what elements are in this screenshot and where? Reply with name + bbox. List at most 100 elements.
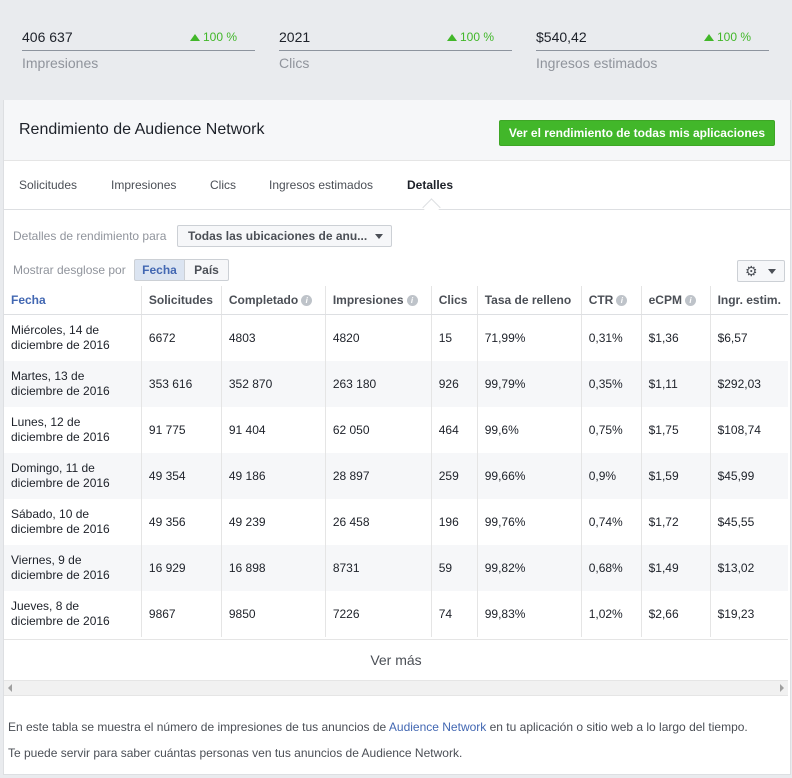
cell-ctr: 0,9% bbox=[581, 453, 642, 499]
col-header-clicks[interactable]: Clics bbox=[431, 286, 478, 315]
stat-label: Clics bbox=[279, 55, 310, 71]
cell-impressions: 62 050 bbox=[325, 407, 432, 453]
footer-note: Te puede servir para saber cuántas perso… bbox=[8, 746, 463, 760]
cell-requests: 6672 bbox=[141, 314, 222, 361]
breakdown-country-button[interactable]: País bbox=[184, 259, 229, 281]
table-row: Jueves, 8 de diciembre de 2016 9867 9850 72… bbox=[4, 591, 788, 637]
stat-impressions: 406 637 100 % Impresiones bbox=[22, 24, 255, 71]
cell-fill-rate: 99,79% bbox=[477, 361, 582, 407]
cell-completed: 352 870 bbox=[221, 361, 326, 407]
cell-clicks: 74 bbox=[431, 591, 478, 637]
cell-date: Sábado, 10 de diciembre de 2016 bbox=[4, 499, 142, 545]
cell-ecpm: $1,72 bbox=[641, 499, 711, 545]
horizontal-scrollbar[interactable] bbox=[4, 680, 788, 696]
audience-network-link[interactable]: Audience Network bbox=[389, 720, 486, 734]
cell-ctr: 0,75% bbox=[581, 407, 642, 453]
col-header-completed[interactable]: Completado i bbox=[221, 286, 326, 315]
details-table: Fecha Solicitudes Completado i Impresione… bbox=[4, 286, 788, 637]
breakdown-date-button[interactable]: Fecha bbox=[134, 259, 185, 281]
tab-estimated-revenue[interactable]: Ingresos estimados bbox=[269, 178, 373, 192]
settings-dropdown-button[interactable]: ⚙ bbox=[737, 260, 785, 282]
cell-requests: 16 929 bbox=[141, 545, 222, 591]
placement-select[interactable]: Todas las ubicaciones de anu... bbox=[177, 225, 392, 247]
cell-clicks: 196 bbox=[431, 499, 478, 545]
col-header-fill-rate[interactable]: Tasa de relleno bbox=[477, 286, 582, 315]
col-header-impressions[interactable]: Impresiones i bbox=[325, 286, 432, 315]
info-icon[interactable]: i bbox=[301, 295, 313, 307]
cell-fill-rate: 71,99% bbox=[477, 314, 582, 361]
scroll-left-icon[interactable] bbox=[8, 684, 12, 692]
cell-date: Martes, 13 de diciembre de 2016 bbox=[4, 361, 142, 407]
stat-revenue: $540,42 100 % Ingresos estimados bbox=[536, 24, 769, 71]
cell-requests: 49 356 bbox=[141, 499, 222, 545]
cell-fill-rate: 99,82% bbox=[477, 545, 582, 591]
cell-ecpm: $2,66 bbox=[641, 591, 711, 637]
tab-clicks[interactable]: Clics bbox=[210, 178, 236, 192]
cell-estimated-revenue: $6,57 bbox=[717, 331, 748, 345]
cell-ecpm: $1,75 bbox=[641, 407, 711, 453]
cell-fill-rate: 99,66% bbox=[477, 453, 582, 499]
scroll-right-icon[interactable] bbox=[780, 684, 784, 692]
cell-completed: 9850 bbox=[221, 591, 326, 637]
chevron-down-icon bbox=[768, 269, 776, 274]
up-arrow-icon bbox=[189, 33, 200, 41]
info-icon[interactable]: i bbox=[684, 295, 696, 307]
cell-clicks: 59 bbox=[431, 545, 478, 591]
cell-completed: 49 239 bbox=[221, 499, 326, 545]
tab-details[interactable]: Detalles bbox=[407, 178, 453, 192]
cell-completed: 49 186 bbox=[221, 453, 326, 499]
table-row: Sábado, 10 de diciembre de 2016 49 356 49 … bbox=[4, 499, 788, 545]
see-more-button[interactable]: Ver más bbox=[4, 639, 788, 680]
chevron-down-icon bbox=[375, 234, 383, 239]
stat-label: Impresiones bbox=[22, 55, 99, 71]
col-header-ecpm[interactable]: eCPM i bbox=[641, 286, 711, 315]
cell-ecpm: $1,36 bbox=[641, 314, 711, 361]
cell-ctr: 0,74% bbox=[581, 499, 642, 545]
up-arrow-icon bbox=[703, 33, 714, 41]
cell-clicks: 464 bbox=[431, 407, 478, 453]
cell-date: Lunes, 12 de diciembre de 2016 bbox=[4, 407, 142, 453]
cell-impressions: 8731 bbox=[325, 545, 432, 591]
cell-clicks: 926 bbox=[431, 361, 478, 407]
cell-ecpm: $1,49 bbox=[641, 545, 711, 591]
tab-bar: Solicitudes Impresiones Clics Ingresos e… bbox=[4, 161, 790, 217]
cell-completed: 16 898 bbox=[221, 545, 326, 591]
summary-bar: 406 637 100 % Impresiones 2021 100 % Cli… bbox=[0, 0, 792, 100]
table-row: Miércoles, 14 de diciembre de 2016 6672 48… bbox=[4, 314, 788, 361]
cell-impressions: 26 458 bbox=[325, 499, 432, 545]
cell-ctr: 0,35% bbox=[581, 361, 642, 407]
tab-impressions[interactable]: Impresiones bbox=[111, 178, 176, 192]
cell-requests: 91 775 bbox=[141, 407, 222, 453]
cell-completed: 91 404 bbox=[221, 407, 326, 453]
view-all-apps-button[interactable]: Ver el rendimiento de todas mis aplicaci… bbox=[498, 120, 775, 146]
col-header-date[interactable]: Fecha bbox=[4, 286, 142, 315]
table-row: Martes, 13 de diciembre de 2016 353 616 35… bbox=[4, 361, 788, 407]
cell-fill-rate: 99,83% bbox=[477, 591, 582, 637]
col-header-requests[interactable]: Solicitudes bbox=[141, 286, 222, 315]
cell-fill-rate: 99,6% bbox=[477, 407, 582, 453]
tab-requests[interactable]: Solicitudes bbox=[19, 178, 77, 192]
cell-completed: 4803 bbox=[221, 314, 326, 361]
cell-impressions: 7226 bbox=[325, 591, 432, 637]
info-icon[interactable]: i bbox=[406, 295, 418, 307]
table-row: Viernes, 9 de diciembre de 2016 16 929 16 … bbox=[4, 545, 788, 591]
card-title: Rendimiento de Audience Network bbox=[19, 121, 265, 138]
cell-estimated-revenue: $45,99 bbox=[710, 453, 788, 499]
cell-estimated-revenue: $108,74 bbox=[717, 423, 761, 437]
cell-requests: 49 354 bbox=[141, 453, 222, 499]
stat-change: 100 % bbox=[189, 30, 237, 44]
cell-estimated-revenue: $45,55 bbox=[717, 515, 755, 529]
cell-requests: 353 616 bbox=[141, 361, 222, 407]
info-icon[interactable]: i bbox=[616, 295, 628, 307]
details-for-label: Detalles de rendimiento para bbox=[13, 229, 167, 243]
cell-fill-rate: 99,76% bbox=[477, 499, 582, 545]
card-header: Rendimiento de Audience Network Ver el r… bbox=[4, 100, 790, 161]
col-header-ctr[interactable]: CTR i bbox=[581, 286, 642, 315]
table-row: Lunes, 12 de diciembre de 2016 91 775 91 4… bbox=[4, 407, 788, 453]
cell-ctr: 0,68% bbox=[581, 545, 642, 591]
stat-label: Ingresos estimados bbox=[536, 55, 658, 71]
col-header-estimated-revenue[interactable]: Ingr. estim. bbox=[710, 286, 788, 315]
stat-change: 100 % bbox=[446, 30, 494, 44]
stat-value: 2021 bbox=[279, 29, 311, 45]
stat-value: 406 637 bbox=[22, 29, 73, 45]
